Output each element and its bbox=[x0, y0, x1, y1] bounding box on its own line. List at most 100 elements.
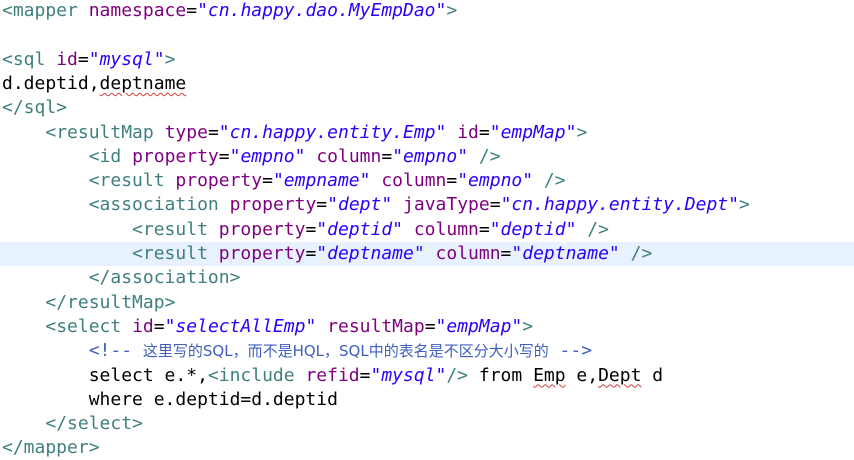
xml-attribute-token: property bbox=[218, 218, 306, 240]
code-text-token: = bbox=[218, 145, 230, 167]
code-line[interactable]: </association> bbox=[0, 266, 854, 290]
xml-tag-token: > bbox=[738, 194, 750, 216]
code-line-current[interactable]: <result property="deptname" column="dept… bbox=[0, 242, 854, 266]
code-text-token: = bbox=[153, 315, 165, 337]
xml-attribute-token: column bbox=[435, 243, 501, 264]
xml-tag-token: <result bbox=[132, 218, 208, 240]
xml-value-token: "empno" bbox=[457, 170, 534, 192]
code-line[interactable]: <select id="selectAllEmp" resultMap="emp… bbox=[0, 315, 854, 339]
code-line[interactable]: <id property="empno" column="empno" /> bbox=[0, 145, 854, 169]
xml-attribute-token: id bbox=[132, 315, 154, 337]
xml-tag-token: <result bbox=[132, 243, 208, 264]
xml-attribute-token: id bbox=[457, 121, 479, 143]
code-text-token: = bbox=[316, 194, 328, 216]
code-text-token: Emp bbox=[533, 364, 566, 386]
code-text-token: = bbox=[489, 194, 501, 216]
code-line[interactable] bbox=[0, 23, 854, 47]
code-text-token: d.deptid, bbox=[2, 72, 100, 94]
code-text-token: d bbox=[641, 364, 664, 386]
xml-tag-token: <mapper bbox=[2, 0, 78, 21]
code-text-token: = bbox=[207, 121, 219, 143]
xml-attribute-token: property bbox=[218, 243, 306, 264]
xml-tag-token: </select> bbox=[45, 413, 143, 435]
xml-attribute-token: id bbox=[56, 48, 78, 70]
xml-tag-token: /> bbox=[446, 364, 469, 386]
code-line[interactable]: </resultMap> bbox=[0, 291, 854, 315]
xml-tag-token: > bbox=[576, 121, 588, 143]
code-line[interactable]: </sql> bbox=[0, 96, 854, 120]
xml-attribute-token: javaType bbox=[403, 194, 490, 216]
xml-tag-token: </sql> bbox=[2, 97, 68, 119]
xml-tag-token: <include bbox=[207, 364, 295, 386]
xml-attribute-token: type bbox=[164, 121, 208, 143]
xml-comment-token: 这里写的SQL，而不是HQL，SQL中的表名是不区分大小写的 bbox=[142, 342, 549, 361]
xml-value-token: "selectAllEmp" bbox=[164, 315, 317, 337]
xml-value-token: "deptname" bbox=[316, 243, 425, 264]
code-line[interactable]: where e.deptid=d.deptid bbox=[0, 388, 854, 412]
code-line[interactable]: <result property="deptid" column="deptid… bbox=[0, 218, 854, 242]
code-text-token: = bbox=[186, 0, 198, 21]
xml-value-token: "cn.happy.dao.MyEmpDao" bbox=[197, 0, 447, 21]
code-text-token: from bbox=[468, 364, 534, 386]
xml-tag-token: > bbox=[446, 0, 458, 21]
code-line[interactable]: <!-- 这里写的SQL，而不是HQL，SQL中的表名是不区分大小写的 --> bbox=[0, 339, 854, 363]
code-text-token: e, bbox=[565, 364, 599, 386]
xml-value-token: "empMap" bbox=[489, 121, 577, 143]
xml-attribute-token: column bbox=[413, 218, 479, 240]
code-line[interactable]: </mapper> bbox=[0, 436, 854, 460]
xml-tag-token: <resultMap bbox=[45, 121, 154, 143]
code-editor[interactable]: <mapper namespace="cn.happy.dao.MyEmpDao… bbox=[0, 0, 854, 460]
code-text-token: deptname bbox=[99, 72, 187, 94]
code-line[interactable]: select e.*,<include refid="mysql"/> from… bbox=[0, 364, 854, 388]
code-text-token: = bbox=[500, 243, 512, 264]
code-text-token: = bbox=[424, 315, 436, 337]
code-text-token: = bbox=[305, 218, 317, 240]
xml-value-token: "deptid" bbox=[316, 218, 403, 240]
xml-tag-token: </association> bbox=[88, 267, 241, 289]
xml-value-token: "cn.happy.entity.Emp" bbox=[218, 121, 447, 143]
xml-attribute-token: refid bbox=[305, 364, 360, 386]
code-text-token: = bbox=[478, 218, 490, 240]
code-line[interactable]: </select> bbox=[0, 412, 854, 436]
xml-value-token: "empMap" bbox=[435, 315, 523, 337]
xml-tag-token: > bbox=[164, 48, 176, 70]
code-text-token: = bbox=[262, 170, 273, 192]
xml-tag-token: /> bbox=[587, 218, 609, 240]
code-text-token: = bbox=[478, 121, 490, 143]
code-line[interactable]: <association property="dept" javaType="c… bbox=[0, 193, 854, 217]
code-line[interactable]: d.deptid,deptname bbox=[0, 72, 854, 96]
xml-attribute-token: resultMap bbox=[327, 315, 425, 337]
code-line[interactable]: <resultMap type="cn.happy.entity.Emp" id… bbox=[0, 121, 854, 145]
xml-attribute-token: property bbox=[175, 170, 263, 192]
code-text-token: = bbox=[381, 145, 393, 167]
xml-attribute-token: property bbox=[229, 194, 317, 216]
xml-value-token: "cn.happy.entity.Dept" bbox=[500, 194, 739, 216]
code-line[interactable]: <sql id="mysql"> bbox=[0, 48, 854, 72]
xml-tag-token: </mapper> bbox=[2, 437, 100, 459]
code-line[interactable]: <result property="empname" column="empno… bbox=[0, 169, 854, 193]
xml-tag-token: > bbox=[522, 315, 534, 337]
xml-value-token: "deptname" bbox=[511, 243, 620, 264]
xml-tag-token: <select bbox=[45, 315, 122, 337]
code-line[interactable]: <mapper namespace="cn.happy.dao.MyEmpDao… bbox=[0, 0, 854, 23]
